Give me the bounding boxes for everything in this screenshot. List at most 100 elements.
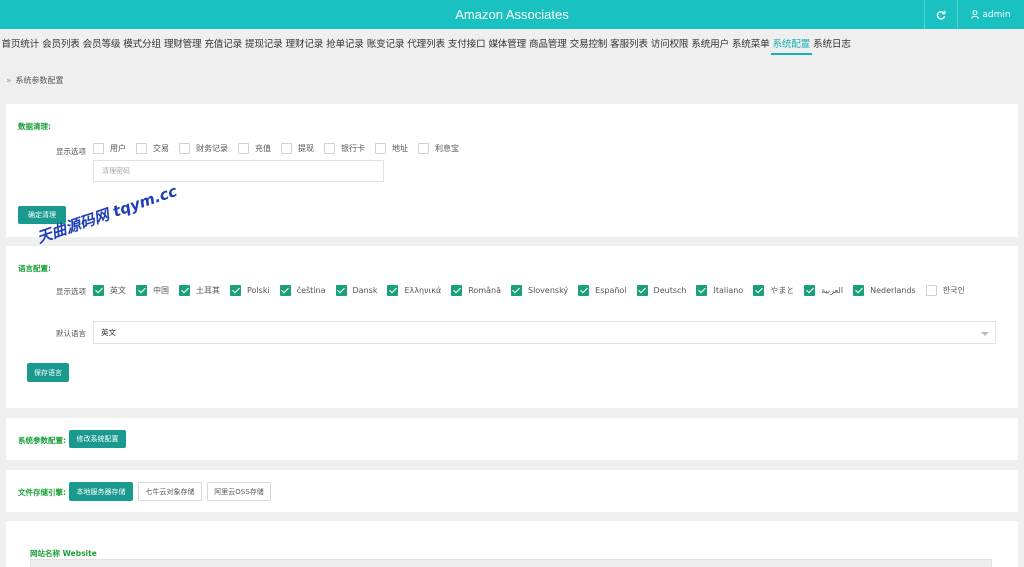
nav-item[interactable]: 账变记录	[365, 35, 406, 55]
clean-option-checkbox[interactable]: 银行卡	[324, 143, 365, 154]
checkbox-checked-icon	[387, 285, 399, 296]
nav-item[interactable]: 交易控制	[568, 35, 609, 55]
clean-option-checkbox[interactable]: 交易	[136, 143, 169, 154]
language-option-checkbox[interactable]: Español	[578, 285, 627, 296]
save-language-button[interactable]: 保存语言	[27, 363, 69, 382]
website-name-label: 网站名称 Website	[30, 549, 97, 558]
nav-item[interactable]: 代理列表	[406, 35, 447, 55]
language-option-checkbox[interactable]: Polski	[230, 285, 270, 296]
checkbox-checked-icon	[279, 285, 291, 296]
nav-item[interactable]: 会员等级	[81, 35, 122, 55]
language-option-checkbox[interactable]: čeština	[279, 285, 326, 296]
language-options: 英文 中国 土耳其 Polski čeština Dansk Ελληνικά Română S…	[93, 285, 975, 296]
checkbox-checked-icon	[335, 285, 347, 296]
checkbox-checked-icon	[804, 285, 816, 296]
default-language-label: 默认语言	[56, 329, 86, 338]
clean-option-checkbox[interactable]: 财务记录	[179, 143, 228, 154]
language-option-checkbox[interactable]: 英文	[93, 285, 126, 296]
data-clean-card: 数据清理: 显示选项 用户 交易 财务记录 充值 提现 银行卡 地址 利息宝 清理密码 确定清…	[6, 104, 1018, 237]
nav-item[interactable]: 充值记录	[203, 35, 244, 55]
language-option-checkbox[interactable]: Italiano	[696, 285, 743, 296]
language-option-checkbox[interactable]: العربية	[804, 285, 843, 296]
storage-aliyun-button[interactable]: 阿里云OSS存储	[207, 482, 271, 501]
nav-item[interactable]: 系统菜单	[730, 35, 771, 55]
clean-option-checkbox[interactable]: 地址	[375, 143, 408, 154]
user-menu[interactable]: admin	[957, 0, 1024, 29]
language-option-checkbox[interactable]: 中国	[136, 285, 169, 296]
checkbox-checked-icon	[230, 285, 241, 296]
language-option-label: Deutsch	[653, 286, 687, 295]
language-option-label: やまと	[770, 286, 795, 295]
main-nav: 首页统计 会员列表 会员等级 模式分组 理财管理 充值记录 提现记录 理财记录 抢单记录 账变记录…	[0, 35, 852, 55]
refresh-button[interactable]	[924, 0, 956, 29]
clean-option-label: 财务记录	[196, 144, 228, 153]
top-bar: Amazon Associates admin	[0, 0, 1024, 29]
language-option-label: Español	[595, 286, 627, 295]
checkbox-box	[375, 143, 386, 154]
nav-item[interactable]: 访问权限	[649, 35, 690, 55]
nav-item[interactable]: 支付接口	[446, 35, 487, 55]
checkbox-checked-icon	[753, 285, 765, 296]
breadcrumb-label: 系统参数配置	[15, 76, 64, 85]
language-option-checkbox[interactable]: Română	[451, 285, 501, 296]
checkbox-box	[179, 143, 190, 154]
default-language-select[interactable]: 英文	[93, 321, 996, 344]
nav-item[interactable]: 模式分组	[122, 35, 163, 55]
language-option-label: Nederlands	[870, 286, 916, 295]
language-option-checkbox[interactable]: 土耳其	[179, 285, 220, 296]
checkbox-box	[281, 143, 292, 154]
app-title: Amazon Associates	[455, 7, 569, 22]
language-option-label: 中国	[153, 286, 169, 295]
username: admin	[982, 9, 1011, 20]
language-option-checkbox[interactable]: Deutsch	[636, 285, 687, 296]
language-label: 语言配置:	[18, 264, 51, 273]
data-clean-options-label: 显示选项	[56, 147, 86, 156]
nav-item[interactable]: 系统日志	[812, 35, 853, 55]
language-option-checkbox[interactable]: 한국인	[925, 285, 965, 296]
website-name-input[interactable]	[30, 559, 992, 567]
nav-item[interactable]: 媒体管理	[487, 35, 528, 55]
nav-item[interactable]: 客服列表	[609, 35, 650, 55]
nav-item[interactable]: 理财记录	[284, 35, 325, 55]
language-option-label: Română	[468, 286, 501, 295]
edit-system-config-button[interactable]: 修改系统配置	[69, 430, 126, 448]
storage-local-button[interactable]: 本地服务器存储	[69, 482, 133, 501]
language-option-checkbox[interactable]: Ελληνικά	[387, 285, 441, 296]
language-option-checkbox[interactable]: やまと	[753, 285, 794, 296]
nav-item[interactable]: 理财管理	[162, 35, 203, 55]
language-option-label: العربية	[821, 286, 844, 295]
checkbox-box	[324, 143, 335, 154]
checkbox-checked-icon	[510, 285, 522, 296]
language-option-checkbox[interactable]: Nederlands	[853, 285, 916, 296]
nav-item[interactable]: 系统配置	[770, 35, 812, 55]
nav-item[interactable]: 提现记录	[243, 35, 284, 55]
nav-item[interactable]: 系统用户	[690, 35, 731, 55]
website-card: 网站名称 Website	[6, 521, 1018, 567]
clean-password-input[interactable]: 清理密码	[93, 160, 384, 182]
nav-item[interactable]: 商品管理	[528, 35, 569, 55]
system-config-label: 系统参数配置:	[18, 436, 66, 445]
checkbox-checked-icon	[136, 285, 147, 296]
chevron-down-icon	[981, 332, 989, 336]
nav-item[interactable]: 抢单记录	[325, 35, 366, 55]
clean-option-label: 银行卡	[341, 144, 365, 153]
system-config-card: 系统参数配置: 修改系统配置	[6, 418, 1018, 460]
language-option-checkbox[interactable]: Slovenský	[510, 285, 568, 296]
clean-option-checkbox[interactable]: 提现	[281, 143, 314, 154]
language-option-label: čeština	[296, 286, 326, 295]
language-option-label: 土耳其	[196, 286, 220, 295]
clean-option-checkbox[interactable]: 利息宝	[418, 143, 459, 154]
storage-qiniu-button[interactable]: 七牛云对象存储	[138, 482, 202, 501]
language-option-checkbox[interactable]: Dansk	[335, 285, 377, 296]
clean-option-checkbox[interactable]: 用户	[93, 143, 126, 154]
language-option-label: 英文	[110, 286, 126, 295]
clean-option-checkbox[interactable]: 充值	[238, 143, 271, 154]
file-storage-label: 文件存储引擎:	[18, 488, 66, 497]
clean-option-label: 地址	[392, 144, 408, 153]
language-option-label: Italiano	[713, 286, 744, 295]
nav-item[interactable]: 会员列表	[41, 35, 82, 55]
language-options-label: 显示选项	[56, 287, 86, 296]
nav-item[interactable]: 首页统计	[0, 35, 41, 55]
checkbox-box	[925, 285, 937, 296]
checkbox-box	[136, 143, 147, 154]
